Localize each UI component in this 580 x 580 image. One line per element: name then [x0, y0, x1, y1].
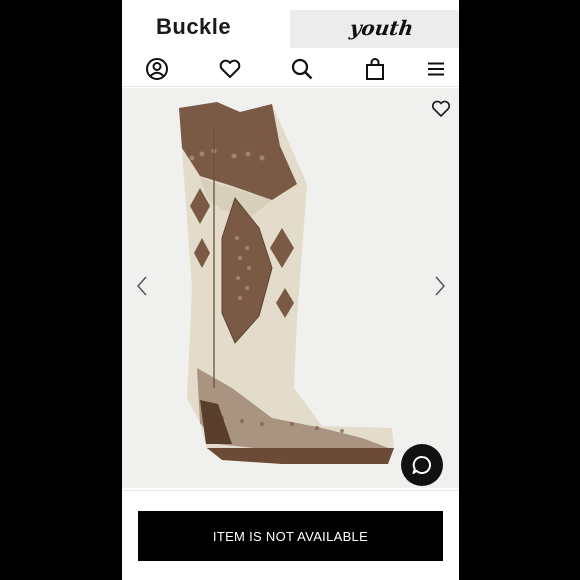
boot-image	[179, 102, 394, 464]
search-icon[interactable]	[289, 56, 315, 82]
favorite-heart-icon[interactable]	[430, 98, 452, 120]
item-not-available-button[interactable]: ITEM IS NOT AVAILABLE	[138, 511, 443, 561]
chat-bubble-icon	[412, 455, 431, 474]
chat-button[interactable]	[401, 444, 443, 486]
product-image-area	[122, 88, 459, 488]
mobile-page: Buckle youth ITEM IS NOT AVAILABLE	[122, 0, 459, 580]
chevron-left-icon[interactable]	[134, 274, 150, 298]
brand-bar: Buckle youth	[122, 0, 459, 50]
bag-icon[interactable]	[362, 56, 388, 82]
buckle-logo[interactable]: Buckle	[156, 14, 231, 40]
youth-tab[interactable]: youth	[290, 10, 459, 48]
menu-icon[interactable]	[423, 56, 449, 82]
purchase-footer: ITEM IS NOT AVAILABLE	[122, 490, 459, 580]
icon-nav-bar	[122, 52, 459, 87]
account-icon[interactable]	[144, 56, 170, 82]
chevron-right-icon[interactable]	[432, 274, 448, 298]
heart-icon[interactable]	[217, 56, 243, 82]
youth-tab-label: youth	[348, 16, 415, 40]
